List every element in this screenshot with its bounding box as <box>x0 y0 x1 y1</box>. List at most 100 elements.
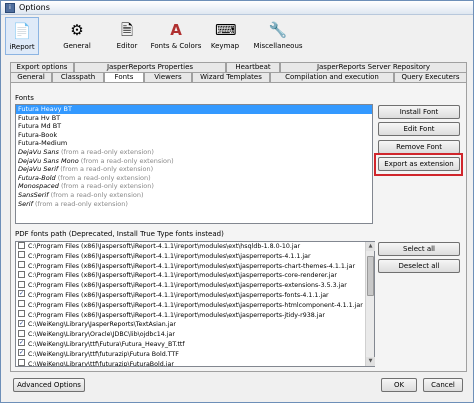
tab-general[interactable]: General <box>10 72 52 82</box>
checkbox-unchecked[interactable] <box>18 310 25 318</box>
tab-classpath[interactable]: Classpath <box>52 72 104 82</box>
tab-viewers[interactable]: Viewers <box>144 72 192 82</box>
font-list-item[interactable]: Futura Md BT <box>16 122 372 131</box>
pdf-path-text: C:\WeiKeng\Library\Oracle\JDBC\lib\ojdbc… <box>28 331 175 339</box>
options-window: i Options 📄 iReport ⚙ General 🗎 Editor A… <box>0 0 474 403</box>
category-general[interactable]: ⚙ General <box>57 17 97 55</box>
font-name: Futura Heavy BT <box>18 105 72 113</box>
pdf-path-list-item[interactable]: C:\WeiKeng\Library\Oracle\JDBC\lib\ojdbc… <box>16 329 374 340</box>
font-list-item[interactable]: Monospaced (from a read-only extension) <box>16 182 372 191</box>
tab-wizard-templates[interactable]: Wizard Templates <box>192 72 270 82</box>
font-name: Futura-Bold <box>18 173 56 182</box>
tab-export-options[interactable]: Export options <box>10 62 74 72</box>
checkbox-unchecked[interactable] <box>18 300 25 308</box>
pdf-fonts-path-label: PDF fonts path (Deprecated, Install True… <box>15 230 224 238</box>
font-name: DejaVu Sans Mono <box>18 156 79 165</box>
category-toolbar: 📄 iReport ⚙ General 🗎 Editor A Fonts & C… <box>5 17 469 57</box>
category-miscellaneous[interactable]: 🔧 Miscellaneous <box>248 17 308 55</box>
font-name: Futura Md BT <box>18 122 62 131</box>
fonts-list[interactable]: Futura Heavy BT Futura Hv BT Futura Md BT F… <box>15 104 373 224</box>
font-list-item[interactable]: DejaVu Sans (from a read-only extension) <box>16 148 372 157</box>
tab-jasperreports-server-repository[interactable]: JasperReports Server Repository <box>280 62 467 72</box>
font-list-item[interactable]: Futura-Bold (from a read-only extension) <box>16 174 372 183</box>
pdf-path-text: C:\Program Files (x86)\Jaspersoft\iRepor… <box>28 311 325 319</box>
tab-row-top: Export options JasperReports Properties … <box>10 62 467 72</box>
pdf-path-list-item[interactable]: C:\Program Files (x86)\Jaspersoft\iRepor… <box>16 251 374 262</box>
font-list-item[interactable]: DejaVu Serif (from a read-only extension… <box>16 165 372 174</box>
deselect-all-button[interactable]: Deselect all <box>378 259 460 273</box>
font-list-item[interactable]: Futura-Book <box>16 131 372 140</box>
pdf-path-text: C:\WeiKeng\Library\ttf\futurazip\Futura … <box>28 350 179 358</box>
category-label: Miscellaneous <box>253 42 303 50</box>
pdf-path-text: C:\Program Files (x86)\Jaspersoft\iRepor… <box>28 291 329 299</box>
tab-query-executers[interactable]: Query Executers <box>394 72 467 82</box>
read-only-note: (from a read-only extension) <box>55 173 151 182</box>
font-list-item[interactable]: Futura-Medium <box>16 139 372 148</box>
tab-jasperreports-properties[interactable]: JasperReports Properties <box>74 62 226 72</box>
font-list-item[interactable]: Futura Heavy BT <box>16 105 372 114</box>
font-name: Serif <box>18 199 33 208</box>
tab-compilation-and-execution[interactable]: Compilation and execution <box>270 72 394 82</box>
font-list-item[interactable]: Serif (from a read-only extension) <box>16 200 372 209</box>
pdf-path-list-item[interactable]: C:\Program Files (x86)\Jaspersoft\iRepor… <box>16 242 374 252</box>
pdf-list-scrollbar[interactable]: ▲ ▼ <box>365 242 375 366</box>
pdf-path-list-item[interactable]: C:\WeiKeng\Library\ttf\futurazip\FuturaB… <box>16 359 374 366</box>
pdf-path-list-item[interactable]: C:\Program Files (x86)\Jaspersoft\iRepor… <box>16 310 374 321</box>
category-editor[interactable]: 🗎 Editor <box>107 17 147 55</box>
checkbox-checked[interactable]: ✓ <box>18 349 25 357</box>
title-bar: i Options <box>1 1 473 15</box>
font-list-item[interactable]: SansSerif (from a read-only extension) <box>16 191 372 200</box>
pdf-path-text: C:\Program Files (x86)\Jaspersoft\iRepor… <box>28 262 356 270</box>
pdf-path-text: C:\Program Files (x86)\Jaspersoft\iRepor… <box>28 282 347 290</box>
checkbox-checked[interactable]: ✓ <box>18 339 25 347</box>
cancel-button[interactable]: Cancel <box>423 378 463 392</box>
tab-heartbeat[interactable]: Heartbeat <box>226 62 280 72</box>
checkbox-checked[interactable]: ✓ <box>18 290 25 298</box>
ireport-icon: 📄 <box>12 22 32 40</box>
checkbox-unchecked[interactable] <box>18 280 25 288</box>
pdf-path-text: C:\Program Files (x86)\Jaspersoft\iRepor… <box>28 272 337 280</box>
pdf-path-list-item[interactable]: ✓ C:\WeiKeng\Library\ttf\Futura\Futura_He… <box>16 339 374 350</box>
scroll-thumb[interactable] <box>367 256 374 296</box>
pdf-path-list-item[interactable]: C:\Program Files (x86)\Jaspersoft\iRepor… <box>16 270 374 281</box>
pdf-path-list-item[interactable]: C:\Program Files (x86)\Jaspersoft\iRepor… <box>16 261 374 272</box>
scroll-down-arrow-icon[interactable]: ▼ <box>366 357 375 366</box>
editor-icon: 🗎 <box>120 21 134 39</box>
category-fonts-colors[interactable]: A Fonts & Colors <box>149 17 203 55</box>
pdf-path-list-item[interactable]: C:\Program Files (x86)\Jaspersoft\iRepor… <box>16 300 374 311</box>
edit-font-button[interactable]: Edit Font <box>378 122 460 136</box>
font-name: Futura-Medium <box>18 139 68 148</box>
export-as-extension-button[interactable]: Export as extension <box>378 157 460 171</box>
miscellaneous-icon: 🔧 <box>268 21 288 39</box>
pdf-path-list-item[interactable]: ✓ C:\WeiKeng\Library\ttf\futurazip\Futura… <box>16 349 374 360</box>
read-only-note: (from a read-only extension) <box>48 190 144 199</box>
category-ireport[interactable]: 📄 iReport <box>5 17 39 55</box>
font-name: DejaVu Serif <box>18 165 59 174</box>
pdf-fonts-path-list[interactable]: C:\Program Files (x86)\Jaspersoft\iRepor… <box>15 241 375 367</box>
pdf-path-list-item[interactable]: ✓ C:\WeiKeng\Library\JasperReports\TextAs… <box>16 319 374 330</box>
install-font-button[interactable]: Install Font <box>378 105 460 119</box>
checkbox-unchecked[interactable] <box>18 270 25 278</box>
category-keymap[interactable]: ⌨ Keymap <box>205 17 245 55</box>
font-list-item[interactable]: DejaVu Sans Mono (from a read-only exten… <box>16 157 372 166</box>
font-list-item[interactable]: Futura Hv BT <box>16 114 372 123</box>
checkbox-checked[interactable]: ✓ <box>18 319 25 327</box>
checkbox-unchecked[interactable] <box>18 359 25 366</box>
checkbox-unchecked[interactable] <box>18 242 25 249</box>
read-only-note: (from a read-only extension) <box>58 147 154 156</box>
checkbox-unchecked[interactable] <box>18 329 25 337</box>
read-only-note: (from a read-only extension) <box>58 165 154 174</box>
pdf-path-list-item[interactable]: C:\Program Files (x86)\Jaspersoft\iRepor… <box>16 280 374 291</box>
checkbox-unchecked[interactable] <box>18 261 25 269</box>
remove-font-button[interactable]: Remove Font <box>378 140 460 154</box>
pdf-path-text: C:\WeiKeng\Library\JasperReports\TextAsi… <box>28 321 176 329</box>
pdf-path-list-item[interactable]: ✓ C:\Program Files (x86)\Jaspersoft\iRepo… <box>16 290 374 301</box>
read-only-note: (from a read-only extension) <box>32 199 128 208</box>
ok-button[interactable]: OK <box>381 378 417 392</box>
select-all-button[interactable]: Select all <box>378 242 460 256</box>
fonts-colors-icon: A <box>170 21 182 39</box>
pdf-path-text: C:\Program Files (x86)\Jaspersoft\iRepor… <box>28 301 363 309</box>
advanced-options-button[interactable]: Advanced Options <box>13 378 85 392</box>
scroll-up-arrow-icon[interactable]: ▲ <box>366 242 375 251</box>
checkbox-unchecked[interactable] <box>18 251 25 259</box>
